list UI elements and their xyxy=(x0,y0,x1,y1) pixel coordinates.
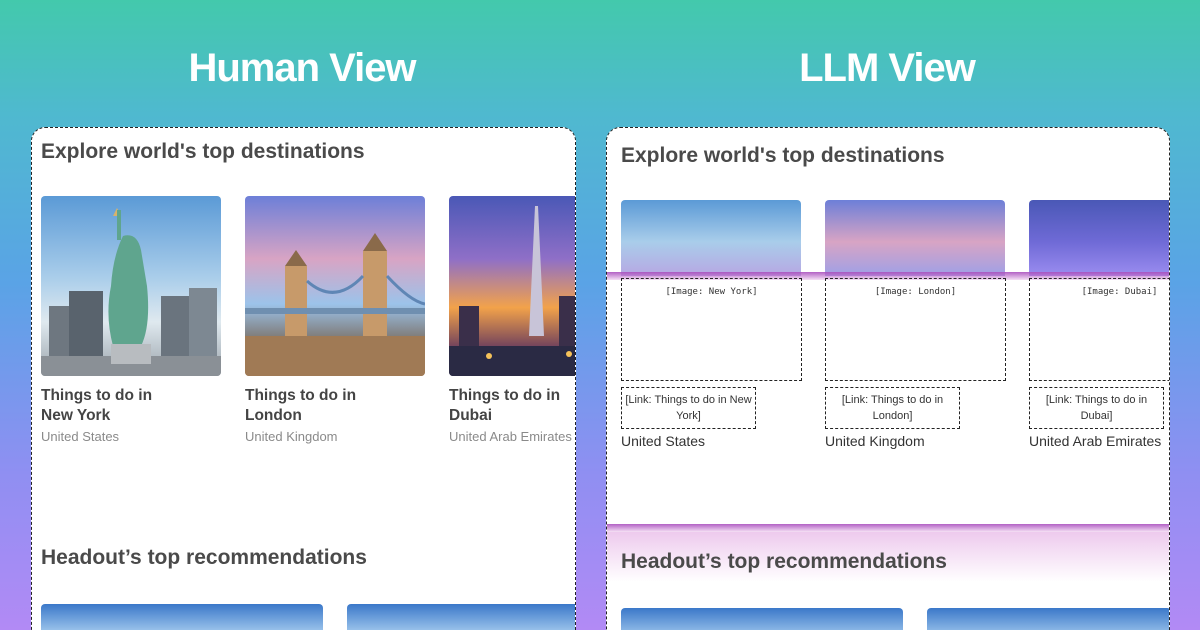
destination-card-dubai[interactable]: Things to do in Dubai United Arab Emirat… xyxy=(449,196,575,444)
card-title[interactable]: Things to do in Dubai xyxy=(449,386,575,426)
human-view-panel: Explore world's top destinations Things … xyxy=(31,127,576,630)
destination-card-new-york[interactable]: Things to do in New York United States xyxy=(41,196,221,444)
dubai-image[interactable] xyxy=(449,196,575,376)
link-placeholder[interactable]: [Link: Things to do in New York] xyxy=(621,387,756,429)
image-placeholder: [Image: New York] xyxy=(621,278,802,381)
section-title-destinations: Explore world's top destinations xyxy=(621,144,945,167)
llm-view-panel: Explore world's top destinations [Image:… xyxy=(606,127,1170,630)
destination-card-london[interactable]: Things to do in London United Kingdom xyxy=(245,196,425,444)
recommendation-image[interactable] xyxy=(927,608,1169,630)
recommendation-image[interactable] xyxy=(347,604,575,630)
card-country: United States xyxy=(621,433,706,449)
new-york-image-partial xyxy=(621,200,801,276)
card-title[interactable]: Things to do in New York xyxy=(41,386,181,426)
card-title[interactable]: Things to do in London xyxy=(245,386,385,426)
recommendation-image[interactable] xyxy=(41,604,323,630)
card-country: United Arab Emirates xyxy=(449,429,572,444)
recommendation-image[interactable] xyxy=(621,608,903,630)
scan-band xyxy=(607,524,1169,532)
llm-view-heading: LLM View xyxy=(799,46,976,90)
dubai-image-partial xyxy=(1029,200,1169,276)
section-title-recommendations: Headout’s top recommendations xyxy=(621,550,947,573)
human-view-heading: Human View xyxy=(188,46,416,90)
card-country: United Kingdom xyxy=(245,429,338,444)
image-placeholder: [Image: London] xyxy=(825,278,1006,381)
card-country: United Kingdom xyxy=(825,433,925,449)
london-image-partial xyxy=(825,200,1005,276)
card-country: United States xyxy=(41,429,120,444)
link-placeholder[interactable]: [Link: Things to do in London] xyxy=(825,387,960,429)
section-title-recommendations: Headout’s top recommendations xyxy=(41,546,367,569)
link-placeholder[interactable]: [Link: Things to do in Dubai] xyxy=(1029,387,1164,429)
section-title-destinations: Explore world's top destinations xyxy=(41,140,365,163)
london-image[interactable] xyxy=(245,196,425,376)
image-placeholder: [Image: Dubai] xyxy=(1029,278,1169,381)
card-country: United Arab Emirates xyxy=(1029,433,1162,449)
new-york-image[interactable] xyxy=(41,196,221,376)
